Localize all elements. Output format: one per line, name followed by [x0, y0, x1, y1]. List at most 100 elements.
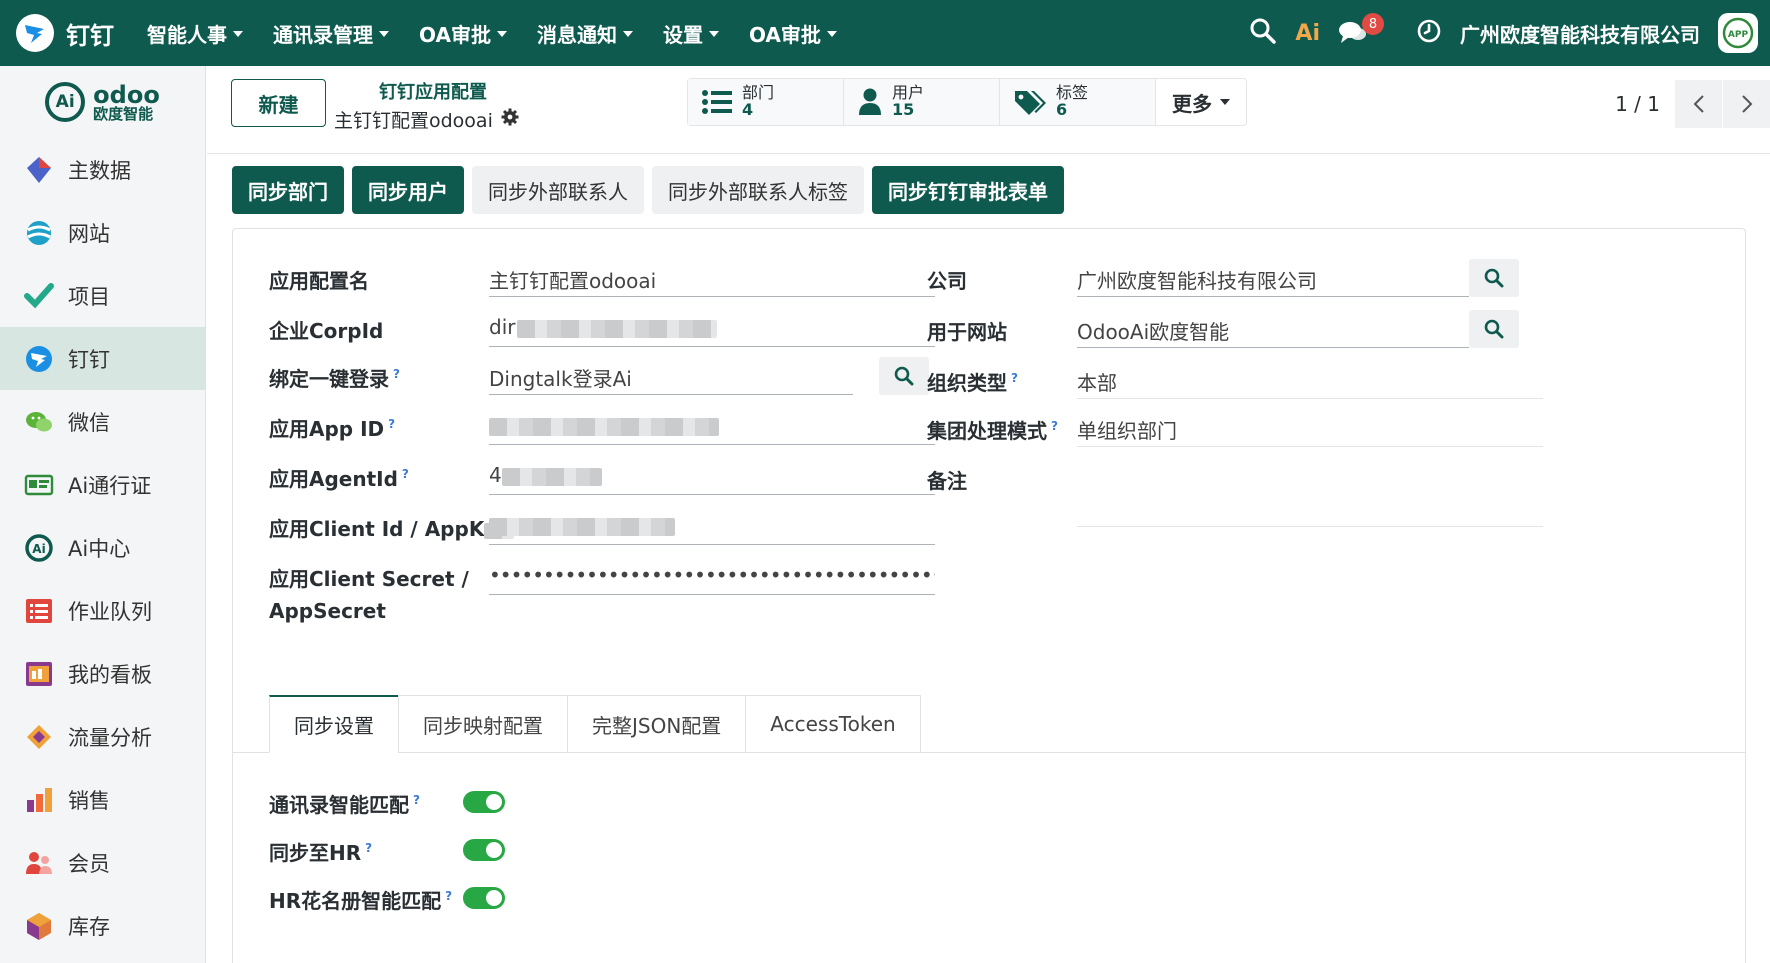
- sync-external-contacts-button[interactable]: 同步外部联系人: [472, 166, 644, 214]
- tags-icon: [1015, 91, 1046, 115]
- menu-oa-approval[interactable]: OA审批: [419, 19, 507, 48]
- sidebar-item-dashboard[interactable]: 我的看板: [0, 642, 205, 705]
- sync-approval-forms-button[interactable]: 同步钉钉审批表单: [872, 166, 1064, 214]
- messages-button[interactable]: 8: [1338, 13, 1384, 49]
- notebook-tabs: 同步设置 同步映射配置 完整JSON配置 AccessToken: [269, 695, 921, 753]
- tags-smart-button[interactable]: 标签 6: [1000, 79, 1156, 125]
- gear-icon[interactable]: [501, 108, 519, 131]
- sidebar-item-label: 销售: [68, 788, 110, 813]
- sync-to-hr-toggle[interactable]: [463, 839, 505, 861]
- svg-text:Ai: Ai: [32, 542, 45, 556]
- message-count-badge: 8: [1362, 13, 1384, 35]
- hr-roster-match-toggle[interactable]: [463, 887, 505, 909]
- sidebar-item-member[interactable]: 会员: [0, 831, 205, 894]
- app-id-label: 应用App ID?: [269, 417, 396, 441]
- sales-icon: [24, 785, 54, 815]
- users-smart-button[interactable]: 用户 15: [844, 79, 1000, 125]
- client-secret-input[interactable]: ••••••••••••••••••••••••••••••••••••••••…: [489, 557, 935, 595]
- one-click-login-label: 绑定一键登录?: [269, 367, 400, 391]
- help-icon: ?: [445, 889, 453, 904]
- sidebar-item-wechat[interactable]: 微信: [0, 390, 205, 453]
- new-button[interactable]: 新建: [231, 79, 326, 127]
- tab-access-token[interactable]: AccessToken: [745, 695, 921, 753]
- tab-full-json[interactable]: 完整JSON配置: [567, 695, 747, 753]
- contacts-smart-match-toggle[interactable]: [463, 791, 505, 813]
- caret-down-icon: [1220, 99, 1230, 105]
- list-icon: [702, 90, 732, 114]
- analytics-icon: [24, 722, 54, 752]
- corpid-input[interactable]: dir: [489, 309, 935, 347]
- sso-icon: [24, 470, 54, 500]
- sidebar-item-check[interactable]: 项目: [0, 264, 205, 327]
- org-type-select[interactable]: 本部: [1077, 361, 1543, 399]
- sidebar-item-label: Ai通行证: [68, 473, 152, 498]
- group-mode-select[interactable]: 单组织部门: [1077, 409, 1543, 447]
- ai-logo-icon[interactable]: Ai: [1295, 21, 1320, 46]
- more-dropdown[interactable]: 更多: [1156, 79, 1246, 125]
- pager-previous-button[interactable]: [1674, 80, 1722, 128]
- sidebar-item-label: 库存: [68, 914, 110, 939]
- dingtalk-logo-icon[interactable]: [16, 14, 54, 52]
- tab-sync-settings[interactable]: 同步设置: [269, 695, 399, 753]
- control-panel: 新建 钉钉应用配置 主钉钉配置odooai 部门 4 用户 15 标签 6 更多 1 …: [207, 66, 1770, 154]
- login-search-button[interactable]: [879, 357, 929, 395]
- company-input[interactable]: 广州欧度智能科技有限公司: [1077, 259, 1469, 297]
- client-id-input[interactable]: [489, 507, 935, 545]
- pager-next-button[interactable]: [1722, 80, 1770, 128]
- sidebar-item-sales[interactable]: 销售: [0, 768, 205, 831]
- sidebar-item-inventory[interactable]: 库存: [0, 894, 205, 957]
- caret-down-icon: [708, 30, 719, 37]
- app-download-icon[interactable]: APP: [1718, 13, 1758, 53]
- agent-id-input[interactable]: 4: [489, 457, 935, 495]
- menu-contacts[interactable]: 通讯录管理: [273, 19, 389, 48]
- pager-value[interactable]: 1 / 1: [1615, 92, 1660, 116]
- sidebar-item-analytics[interactable]: 流量分析: [0, 705, 205, 768]
- clock-icon[interactable]: [1416, 18, 1442, 49]
- company-switcher[interactable]: 广州欧度智能科技有限公司: [1460, 19, 1700, 48]
- app-name[interactable]: 钉钉: [66, 16, 114, 51]
- sidebar-item-list[interactable]: 作业队列: [0, 579, 205, 642]
- app-id-input[interactable]: [489, 407, 935, 445]
- caret-down-icon: [496, 30, 507, 37]
- tab-sync-mapping[interactable]: 同步映射配置: [398, 695, 568, 753]
- departments-smart-button[interactable]: 部门 4: [688, 79, 844, 125]
- contacts-smart-match-label: 通讯录智能匹配?: [269, 793, 420, 817]
- menu-smart-hr[interactable]: 智能人事: [147, 19, 243, 48]
- search-icon[interactable]: [1249, 17, 1277, 50]
- sidebar-item-ai-center[interactable]: Ai Ai中心: [0, 516, 205, 579]
- search-icon: [1484, 319, 1504, 339]
- sidebar-item-label: 网站: [68, 221, 110, 246]
- sidebar-item-label: 流量分析: [68, 725, 152, 750]
- sync-departments-button[interactable]: 同步部门: [232, 166, 344, 214]
- search-icon: [1484, 268, 1504, 288]
- help-icon: ?: [1011, 371, 1018, 386]
- sync-external-contact-tags-button[interactable]: 同步外部联系人标签: [652, 166, 864, 214]
- redacted-value: [517, 319, 718, 338]
- sidebar-item-diamond[interactable]: 主数据: [0, 138, 205, 201]
- company-search-button[interactable]: [1469, 259, 1519, 297]
- chevron-left-icon: [1693, 95, 1704, 113]
- website-icon: [24, 218, 54, 248]
- menu-notifications[interactable]: 消息通知: [537, 19, 633, 48]
- redacted-value: [489, 417, 719, 436]
- website-input[interactable]: OdooAi欧度智能: [1077, 310, 1469, 348]
- svg-text:APP: APP: [1728, 30, 1749, 40]
- website-search-button[interactable]: [1469, 310, 1519, 348]
- app-config-name-input[interactable]: 主钉钉配置odooai: [489, 259, 935, 297]
- sync-to-hr-label: 同步至HR?: [269, 841, 373, 865]
- redacted-value: [501, 467, 602, 486]
- breadcrumb-parent[interactable]: 钉钉应用配置: [334, 78, 519, 104]
- sidebar-item-sso[interactable]: Ai通行证: [0, 453, 205, 516]
- caret-down-icon: [379, 30, 389, 37]
- help-icon: ?: [401, 467, 409, 482]
- brand-logo[interactable]: Ai odoo 欧度智能: [0, 66, 205, 138]
- notes-textarea[interactable]: [1077, 459, 1543, 527]
- menu-oa-approval-2[interactable]: OA审批: [749, 19, 837, 48]
- sidebar-item-dingtalk[interactable]: 钉钉: [0, 327, 205, 390]
- sync-users-button[interactable]: 同步用户: [352, 166, 464, 214]
- sidebar-item-website[interactable]: 网站: [0, 201, 205, 264]
- one-click-login-input[interactable]: Dingtalk登录Ai: [489, 357, 853, 395]
- menu-settings[interactable]: 设置: [663, 19, 719, 48]
- sidebar-item-label: 微信: [68, 410, 110, 435]
- sidebar-item-label: 我的看板: [68, 662, 152, 687]
